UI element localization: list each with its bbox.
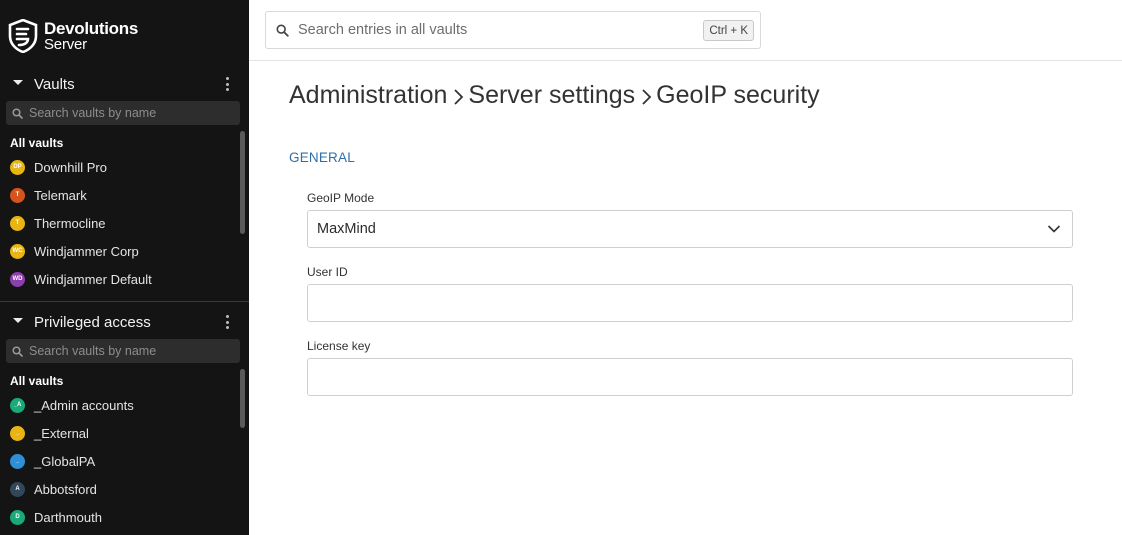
sidebar-divider <box>0 301 249 302</box>
license-key-input[interactable] <box>316 367 1056 387</box>
breadcrumb-geoip-security: GeoIP security <box>656 80 820 109</box>
geoip-mode-label: GeoIP Mode <box>307 191 375 205</box>
geoip-mode-select[interactable]: MaxMind <box>307 210 1073 248</box>
vault-avatar: T <box>10 187 25 203</box>
vaults-search-input[interactable] <box>29 106 229 120</box>
vaults-scrollbar[interactable] <box>240 131 245 234</box>
user-id-label: User ID <box>307 265 348 279</box>
user-id-field[interactable] <box>307 284 1073 322</box>
vault-item[interactable]: DP Downhill Pro <box>10 157 235 177</box>
sidebar: Devolutions Server Vaults All vaults DP … <box>0 0 249 535</box>
vault-avatar: A <box>10 481 25 497</box>
vault-name: _Admin accounts <box>34 397 134 413</box>
vaults-section-title: Vaults <box>34 75 75 93</box>
user-id-input[interactable] <box>316 293 1056 313</box>
vault-avatar: _A <box>10 397 25 413</box>
brand-product: Server <box>44 36 87 53</box>
license-key-field[interactable] <box>307 358 1073 396</box>
vault-avatar: _ <box>10 453 25 469</box>
search-shortcut-badge: Ctrl + K <box>703 20 754 41</box>
vault-item[interactable]: _A _Admin accounts <box>10 395 235 415</box>
vault-avatar: WD <box>10 271 25 287</box>
privileged-more-icon[interactable] <box>226 315 229 329</box>
brand-logo[interactable]: Devolutions Server <box>8 18 138 54</box>
chevron-right-icon <box>637 80 656 110</box>
general-section-label: GENERAL <box>289 150 355 165</box>
vault-avatar: T <box>10 215 25 231</box>
vault-item[interactable]: T Thermocline <box>10 213 235 233</box>
top-bar: Ctrl + K <box>249 0 1122 61</box>
entries-search-input[interactable] <box>298 22 688 38</box>
privileged-section-title: Privileged access <box>34 313 151 331</box>
vault-name: Downhill Pro <box>34 159 107 175</box>
vault-item[interactable]: WC Windjammer Corp <box>10 241 235 261</box>
vault-name: Telemark <box>34 187 87 203</box>
chevron-down-icon <box>1047 225 1061 233</box>
search-icon <box>12 107 23 119</box>
vault-item[interactable]: WD Windjammer Default <box>10 269 235 289</box>
privileged-scrollbar[interactable] <box>240 369 245 428</box>
collapse-caret-icon[interactable] <box>13 80 23 85</box>
vault-avatar: D <box>10 509 25 525</box>
vault-name: Abbotsford <box>34 481 97 497</box>
devolutions-shield-icon <box>8 19 38 53</box>
vault-item[interactable]: _ _GlobalPA <box>10 451 235 471</box>
privileged-section-header[interactable]: Privileged access <box>0 307 249 337</box>
vault-item[interactable]: T Telemark <box>10 185 235 205</box>
entries-search-box[interactable]: Ctrl + K <box>265 11 761 49</box>
geoip-mode-value: MaxMind <box>317 221 376 237</box>
search-icon <box>276 23 289 37</box>
vault-avatar: WC <box>10 243 25 259</box>
breadcrumb-server-settings[interactable]: Server settings <box>468 81 635 110</box>
collapse-caret-icon[interactable] <box>13 318 23 323</box>
vaults-section-header[interactable]: Vaults <box>0 69 249 99</box>
vault-name: Darthmouth <box>34 509 102 525</box>
vault-name: Windjammer Corp <box>34 243 139 259</box>
brand-text: Devolutions Server <box>44 20 138 52</box>
vault-name: Windjammer Default <box>34 271 152 287</box>
vault-item[interactable]: D Darthmouth <box>10 507 235 527</box>
vault-name: Thermocline <box>34 215 106 231</box>
vaults-more-icon[interactable] <box>226 77 229 91</box>
app-window: Devolutions Server Vaults All vaults DP … <box>0 0 1122 535</box>
breadcrumb-administration[interactable]: Administration <box>289 81 447 110</box>
chevron-right-icon <box>449 80 468 110</box>
vault-avatar: DP <box>10 159 25 175</box>
vault-item[interactable]: A Abbotsford <box>10 479 235 499</box>
vault-name: _GlobalPA <box>34 453 96 469</box>
vault-item[interactable]: _ _External <box>10 423 235 443</box>
all-vaults-link[interactable]: All vaults <box>10 136 63 150</box>
all-privileged-vaults-link[interactable]: All vaults <box>10 374 63 388</box>
brand-name: Devolutions <box>44 19 138 38</box>
vault-avatar: _ <box>10 425 25 441</box>
search-icon <box>12 345 23 357</box>
vault-name: _External <box>34 425 89 441</box>
breadcrumb: Administration Server settings GeoIP sec… <box>289 80 820 110</box>
privileged-search-box[interactable] <box>6 339 240 363</box>
privileged-search-input[interactable] <box>29 344 229 358</box>
license-key-label: License key <box>307 339 371 353</box>
vaults-search-box[interactable] <box>6 101 240 125</box>
